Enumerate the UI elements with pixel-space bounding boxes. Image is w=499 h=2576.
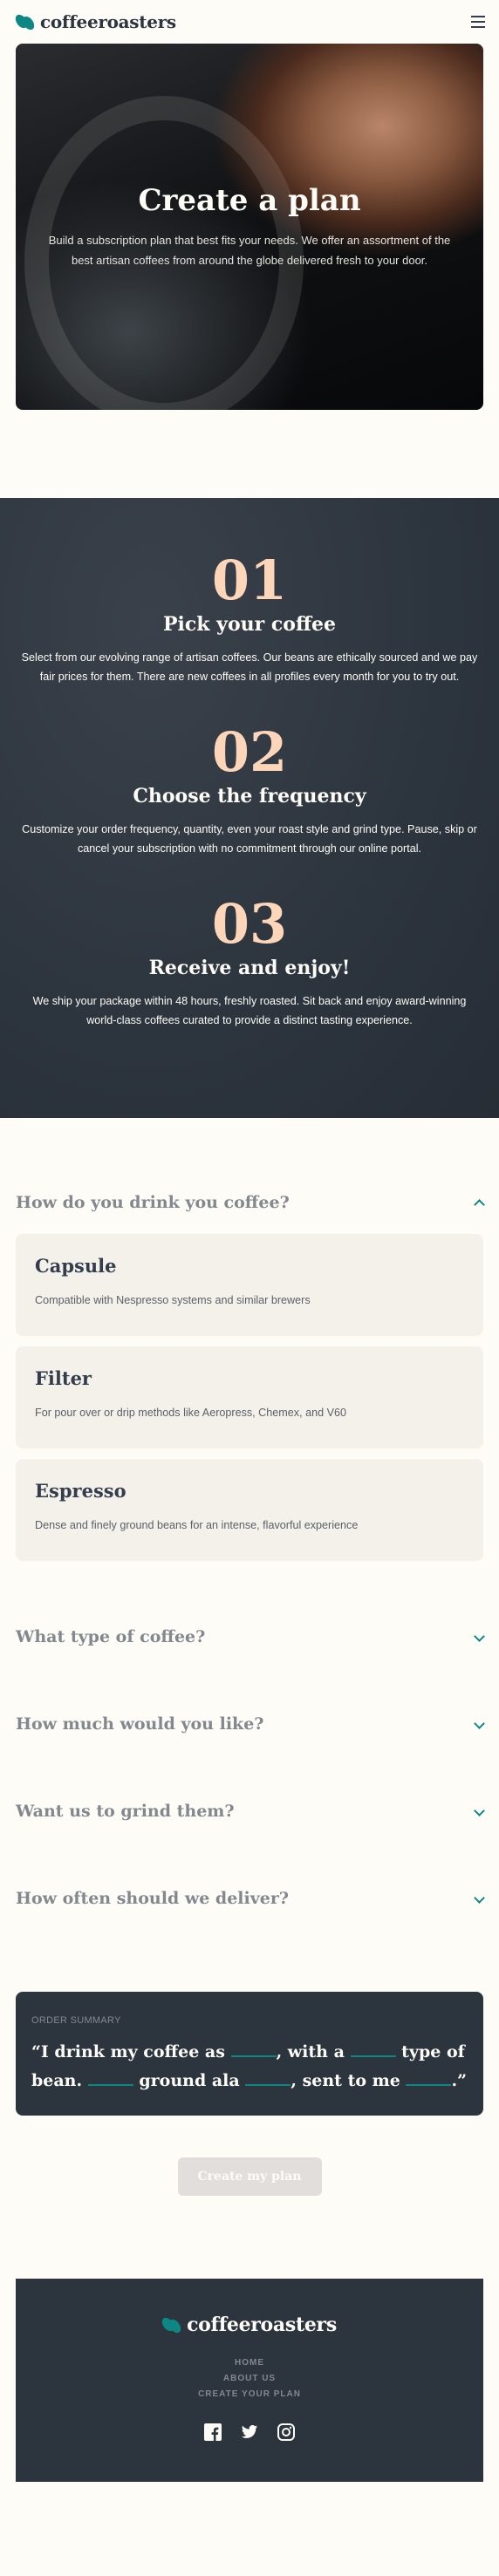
question-title: How often should we deliver? — [16, 1889, 289, 1908]
question-title: How do you drink you coffee? — [16, 1193, 290, 1212]
site-header: coffeeroasters — [0, 0, 499, 44]
question-toggle-drink[interactable]: How do you drink you coffee? — [16, 1188, 483, 1217]
site-footer: coffeeroasters Home About Us Create Your… — [16, 2279, 483, 2482]
option-card-capsule[interactable]: Capsule Compatible with Nespresso system… — [16, 1234, 483, 1336]
footer-link-home[interactable]: Home — [198, 2355, 301, 2371]
footer-link-create-plan[interactable]: Create Your Plan — [198, 2387, 301, 2402]
instagram-icon[interactable] — [277, 2423, 295, 2441]
order-summary: Order Summary “I drink my coffee as , wi… — [16, 1992, 483, 2116]
step-title: Choose the frequency — [133, 785, 366, 808]
summary-part: , sent to me — [291, 2071, 400, 2090]
option-description: Dense and finely ground beans for an int… — [35, 1519, 359, 1531]
step-item: 01 Pick your coffee Select from our evol… — [0, 552, 499, 686]
option-card-filter[interactable]: Filter For pour over or drip methods lik… — [16, 1346, 483, 1448]
question-title: What type of coffee? — [16, 1627, 206, 1646]
hamburger-icon[interactable] — [471, 16, 485, 28]
step-item: 03 Receive and enjoy! We ship your packa… — [0, 896, 499, 1030]
facebook-icon[interactable] — [204, 2423, 222, 2441]
chevron-down-icon — [475, 1807, 483, 1816]
option-title: Capsule — [35, 1255, 117, 1277]
logo-text: coffeeroasters — [40, 11, 176, 32]
hero-banner: Create a plan Build a subscription plan … — [16, 44, 483, 410]
step-number: 02 — [211, 720, 288, 784]
summary-part: .” — [451, 2071, 467, 2090]
question-toggle-quantity[interactable]: How much would you like? — [16, 1709, 483, 1739]
summary-part: ground ala — [139, 2071, 240, 2090]
options-list: Capsule Compatible with Nespresso system… — [16, 1234, 483, 1561]
footer-logo-text: coffeeroasters — [187, 2314, 337, 2336]
step-item: 02 Choose the frequency Customize your o… — [0, 724, 499, 858]
option-description: Compatible with Nespresso systems and si… — [35, 1294, 311, 1306]
question-toggle-type[interactable]: What type of coffee? — [16, 1622, 483, 1652]
option-title: Espresso — [35, 1480, 126, 1502]
blank-frequency — [406, 2072, 452, 2086]
social-links — [204, 2423, 295, 2441]
option-title: Filter — [35, 1367, 92, 1389]
chevron-down-icon — [475, 1894, 483, 1903]
footer-logo[interactable]: coffeeroasters — [160, 2314, 337, 2336]
step-title: Pick your coffee — [162, 613, 337, 636]
blank-preference — [230, 2043, 277, 2057]
cta-wrapper: Create my plan — [0, 2157, 499, 2196]
summary-part: “I drink my coffee as — [31, 2042, 225, 2061]
plan-builder: How do you drink you coffee? Capsule Com… — [0, 1118, 499, 1913]
step-number: 03 — [211, 892, 288, 956]
footer-nav: Home About Us Create Your Plan — [198, 2355, 301, 2402]
coffee-bean-icon — [160, 2315, 183, 2335]
coffee-bean-icon — [13, 12, 37, 32]
page-bottom-spacer — [0, 2482, 499, 2534]
logo[interactable]: coffeeroasters — [13, 11, 176, 32]
step-title: Receive and enjoy! — [148, 957, 351, 979]
option-card-espresso[interactable]: Espresso Dense and finely ground beans f… — [16, 1459, 483, 1561]
blank-quantity — [87, 2072, 133, 2086]
blank-bean-type — [350, 2043, 396, 2057]
chevron-up-icon — [475, 1198, 483, 1207]
option-description: For pour over or drip methods like Aerop… — [35, 1407, 346, 1419]
create-plan-button[interactable]: Create my plan — [177, 2157, 322, 2196]
chevron-down-icon — [475, 1720, 483, 1728]
summary-label: Order Summary — [31, 2015, 121, 2026]
how-it-works-section: 01 Pick your coffee Select from our evol… — [0, 498, 499, 1118]
step-number: 01 — [211, 549, 288, 612]
question-toggle-delivery[interactable]: How often should we deliver? — [16, 1884, 483, 1913]
question-toggle-grind[interactable]: Want us to grind them? — [16, 1796, 483, 1826]
summary-text: “I drink my coffee as , with a type of b… — [31, 2038, 468, 2096]
blank-grind — [245, 2072, 291, 2086]
step-description: We ship your package within 48 hours, fr… — [32, 995, 467, 1026]
footer-link-about[interactable]: About Us — [198, 2371, 301, 2387]
twitter-icon[interactable] — [241, 2423, 258, 2441]
question-title: Want us to grind them? — [16, 1802, 235, 1821]
step-description: Select from our evolving range of artisa… — [21, 651, 478, 683]
summary-part: , with a — [276, 2042, 345, 2061]
question-title: How much would you like? — [16, 1714, 264, 1734]
chevron-down-icon — [475, 1632, 483, 1641]
page-title: Create a plan — [138, 183, 361, 218]
hero-description: Build a subscription plan that best fits… — [48, 234, 451, 267]
step-description: Customize your order frequency, quantity… — [22, 823, 477, 855]
